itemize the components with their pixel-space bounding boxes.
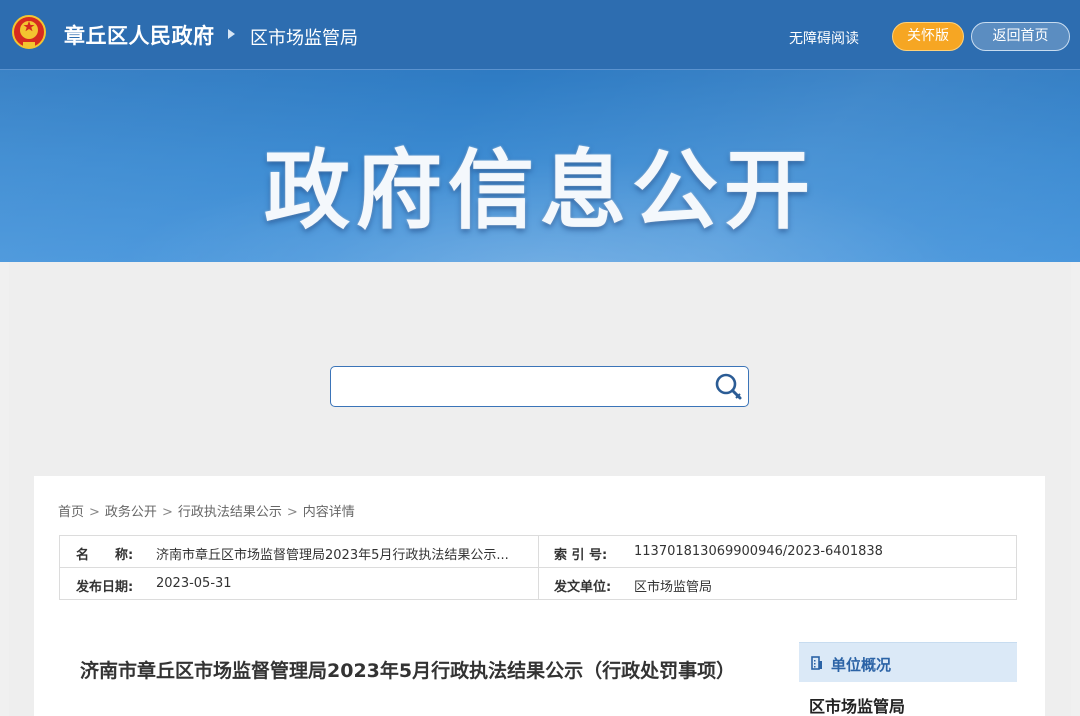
- hero-title: 政府信息公开: [264, 141, 816, 241]
- name-value: 济南市章丘区市场监督管理局2023年5月行政执法结果公示...: [156, 548, 509, 563]
- index-value: 113701813069900946/2023-6401838: [634, 544, 883, 559]
- top-navigation-bar: 章丘区人民政府 区市场监管局 无障碍阅读 关怀版 返回首页: [0, 0, 1080, 70]
- meta-row: 名 称: 济南市章丘区市场监督管理局2023年5月行政执法结果公示... 索 引…: [60, 536, 1016, 568]
- article-title: 济南市章丘区市场监督管理局2023年5月行政执法结果公示（行政处罚事项）: [80, 660, 736, 682]
- unit-label: 发文单位:: [554, 580, 612, 595]
- accessible-reading-link[interactable]: 无障碍阅读: [789, 28, 859, 48]
- breadcrumb-separator: >: [161, 505, 173, 520]
- national-emblem-icon: [12, 15, 46, 49]
- breadcrumb-current: 内容详情: [302, 505, 355, 520]
- breadcrumb-gov-affairs[interactable]: 政务公开: [105, 505, 157, 520]
- search-icon[interactable]: [713, 371, 745, 403]
- return-home-button[interactable]: 返回首页: [971, 22, 1070, 51]
- breadcrumb-separator: >: [286, 505, 298, 520]
- department-name[interactable]: 区市场监管局: [250, 24, 358, 50]
- side-panel-title: 单位概况: [831, 656, 892, 674]
- date-value: 2023-05-31: [156, 576, 232, 591]
- document-meta-table: 名 称: 济南市章丘区市场监督管理局2023年5月行政执法结果公示... 索 引…: [59, 535, 1017, 600]
- building-icon: [811, 656, 822, 670]
- name-label: 名 称:: [76, 548, 134, 563]
- triangle-right-icon: [228, 29, 235, 39]
- site-name[interactable]: 章丘区人民政府: [64, 20, 215, 50]
- search-input[interactable]: [330, 366, 749, 407]
- breadcrumb-enforcement-results[interactable]: 行政执法结果公示: [178, 505, 282, 520]
- side-panel: 单位概况 区市场监管局: [799, 642, 1017, 716]
- side-panel-header: 单位概况: [799, 642, 1017, 682]
- date-label: 发布日期:: [76, 580, 134, 595]
- breadcrumb-separator: >: [89, 505, 100, 520]
- unit-value: 区市场监管局: [634, 580, 713, 595]
- index-label: 索 引 号:: [554, 548, 608, 563]
- breadcrumb: 首页 > 政务公开 > 行政执法结果公示 > 内容详情: [58, 501, 355, 520]
- meta-row: 发布日期: 2023-05-31 发文单位: 区市场监管局: [60, 568, 1016, 600]
- side-item-dept[interactable]: 区市场监管局: [809, 693, 905, 716]
- elder-mode-button[interactable]: 关怀版: [892, 22, 964, 51]
- breadcrumb-home[interactable]: 首页: [58, 505, 84, 520]
